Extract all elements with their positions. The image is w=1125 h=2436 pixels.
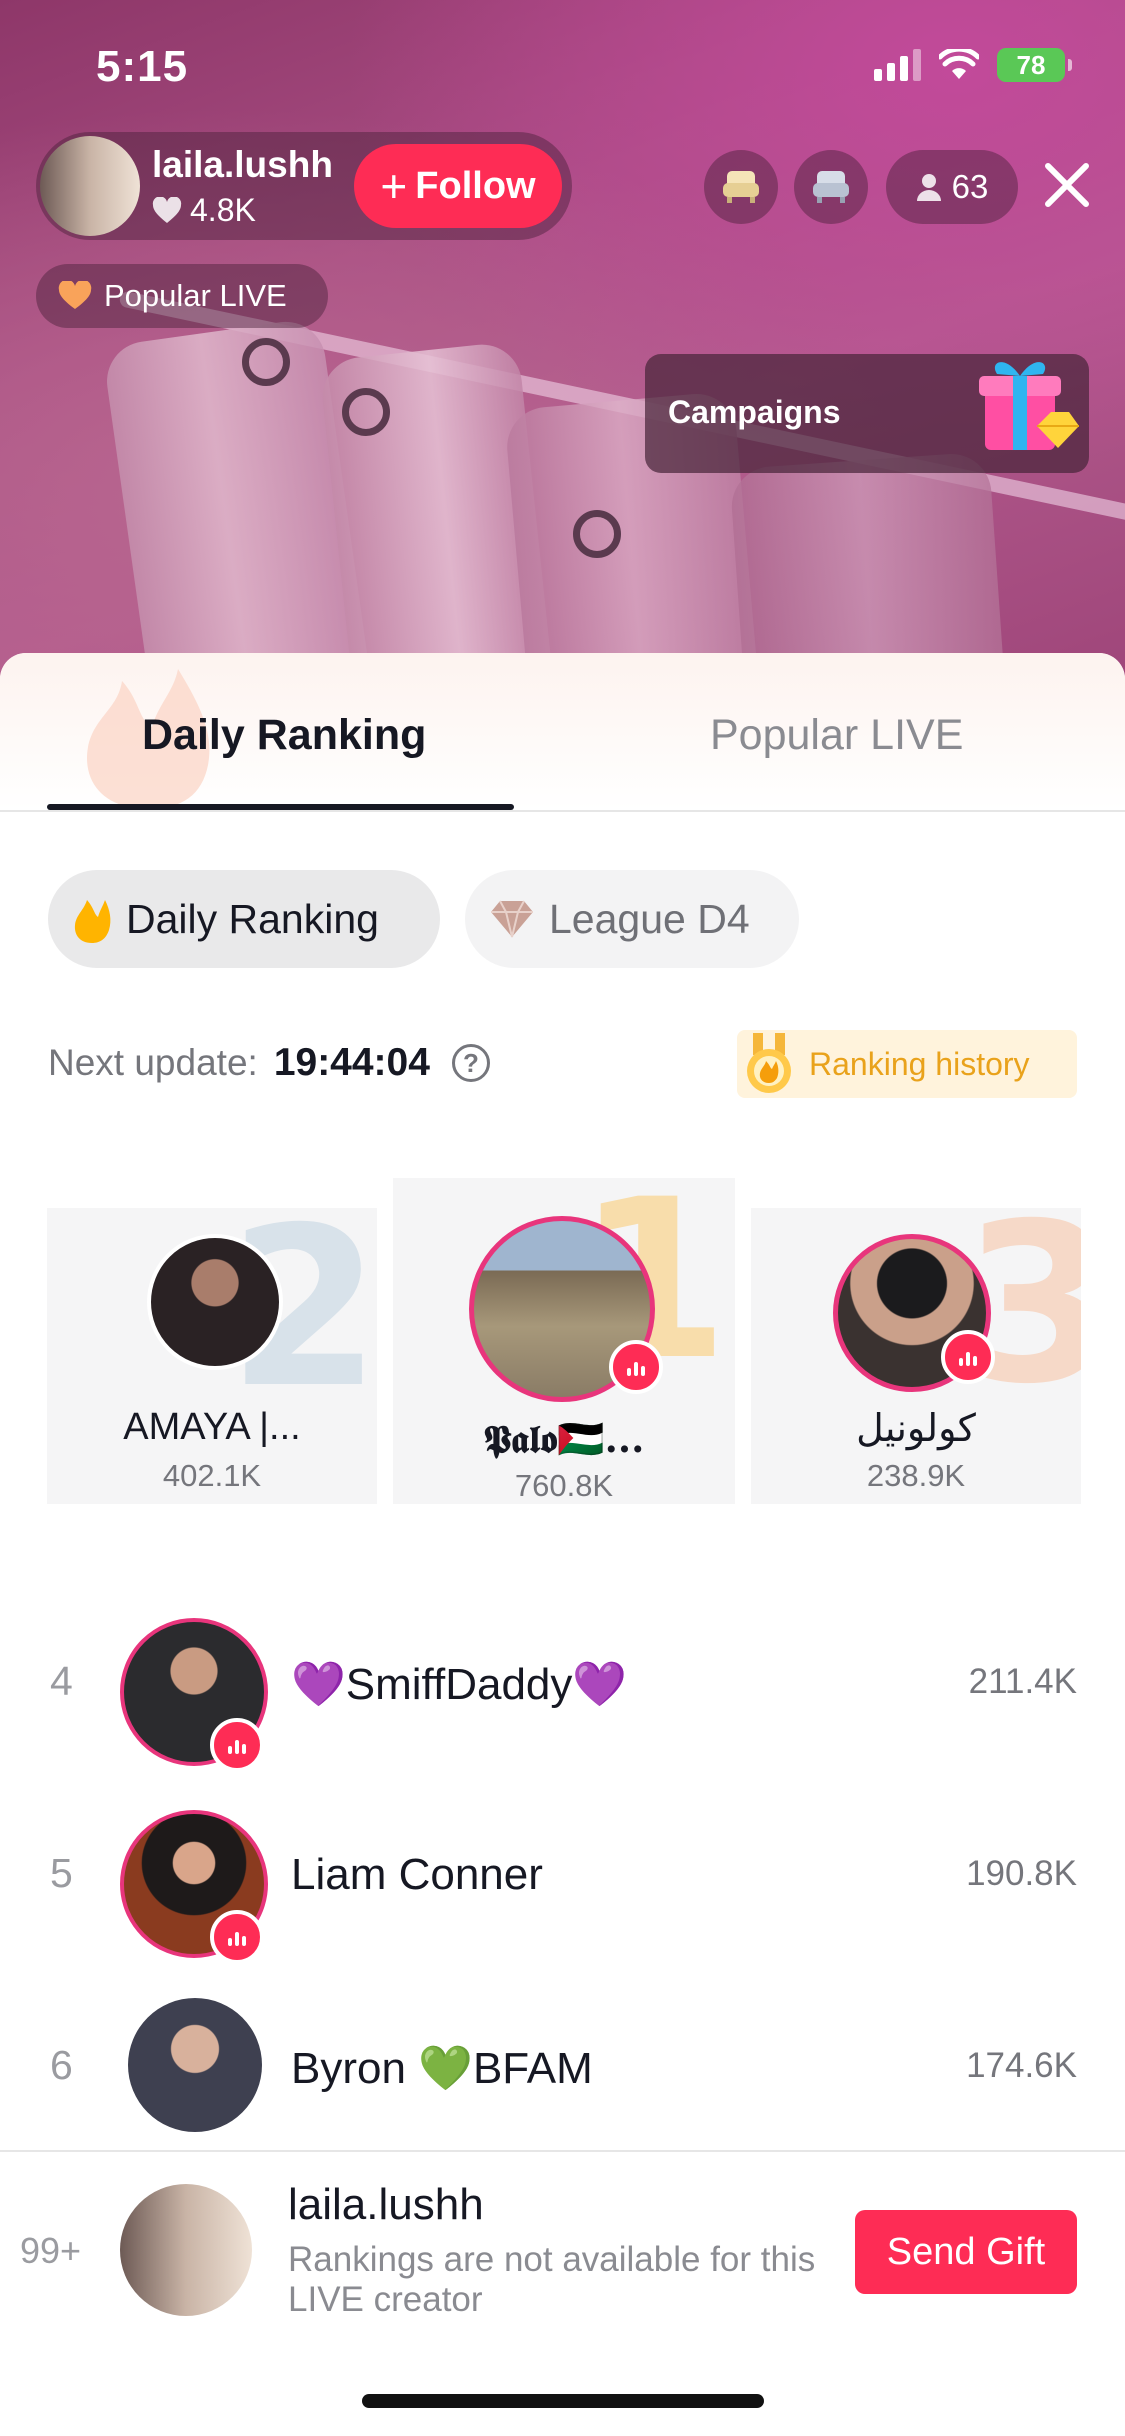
league-chip[interactable]: League D4 — [465, 870, 799, 968]
ranking-history-label: Ranking history — [809, 1045, 1030, 1082]
league-chip-label: League D4 — [549, 895, 750, 942]
podium-score: 760.8K — [514, 1468, 614, 1503]
active-tab-indicator — [47, 804, 514, 810]
host-avatar[interactable] — [40, 136, 140, 236]
curtain-ring — [573, 510, 621, 558]
viewer-count: 63 — [951, 168, 989, 205]
list-item[interactable]: 4 💜SmiffDaddy💜 211.4K — [0, 1606, 1125, 1772]
seat-2-icon[interactable] — [794, 150, 868, 224]
next-update-row: Next update: 19:44:04 ? — [48, 1041, 490, 1085]
ranking-history-button[interactable]: Ranking history — [737, 1030, 1077, 1098]
podium-name: AMAYA |... — [123, 1406, 301, 1448]
ranker-score: 174.6K — [966, 2046, 1077, 2085]
podium-rank-2[interactable]: 2 AMAYA |... 402.1K — [47, 1208, 377, 1504]
host-likes: 4.8K — [152, 192, 256, 229]
flame-icon — [74, 900, 111, 943]
avatar[interactable] — [147, 1234, 283, 1370]
ranking-tabs: Daily Ranking Popular LIVE — [0, 653, 1125, 812]
daily-ranking-chip-label: Daily Ranking — [126, 895, 379, 942]
diamond-icon — [491, 900, 533, 938]
host-name: laila.lushh — [152, 144, 333, 185]
ranking-unavailable-note: Rankings are not available for this LIVE… — [288, 2240, 816, 2319]
podium-rank-1[interactable]: 1 𝕻𝖆𝖑𝖔🇵🇸... 760.8K — [393, 1178, 735, 1504]
popular-live-label: Popular LIVE — [104, 278, 287, 313]
my-name: laila.lushh — [288, 2180, 484, 2229]
medal-icon — [747, 1033, 791, 1093]
wifi-icon — [939, 49, 979, 79]
help-icon[interactable]: ? — [451, 1044, 490, 1082]
podium-score: 238.9K — [866, 1458, 966, 1493]
popular-live-badge[interactable]: Popular LIVE — [36, 264, 328, 328]
curtain-ring — [342, 388, 390, 436]
avatar[interactable] — [128, 1998, 262, 2132]
podium-rank-3[interactable]: 3 كولونيل 238.9K — [751, 1208, 1081, 1504]
live-indicator-icon — [210, 1910, 264, 1964]
host-likes-count: 4.8K — [190, 192, 256, 228]
tab-popular-live[interactable]: Popular LIVE — [710, 711, 963, 760]
campaigns-label: Campaigns — [668, 394, 841, 430]
ranking-sheet: Daily Ranking Popular LIVE Daily Ranking… — [0, 653, 1125, 2436]
seat-1-icon[interactable] — [704, 150, 778, 224]
person-icon — [916, 174, 941, 201]
podium-name: كولونيل — [856, 1408, 976, 1450]
daily-ranking-chip[interactable]: Daily Ranking — [48, 870, 440, 968]
heart-icon — [152, 196, 182, 223]
rank-number: 6 — [50, 2042, 73, 2088]
next-update-label: Next update: — [48, 1042, 258, 1083]
ranker-name: Byron 💚BFAM — [291, 2044, 593, 2093]
podium-name: 𝕻𝖆𝖑𝖔🇵🇸... — [483, 1416, 645, 1461]
ranker-score: 211.4K — [968, 1662, 1077, 1701]
rank-number: 5 — [50, 1850, 73, 1896]
home-indicator[interactable] — [362, 2394, 764, 2408]
rank-number: 4 — [50, 1658, 73, 1704]
ranker-score: 190.8K — [966, 1854, 1077, 1893]
live-indicator-icon — [210, 1718, 264, 1772]
send-gift-button[interactable]: Send Gift — [855, 2210, 1077, 2294]
close-icon[interactable] — [1040, 158, 1094, 212]
list-item[interactable]: 6 Byron 💚BFAM 174.6K — [0, 1990, 1125, 2150]
gift-box-icon — [979, 362, 1079, 450]
host-info-pill[interactable]: laila.lushh 4.8K + Follow — [36, 132, 572, 240]
next-update-time: 19:44:04 — [273, 1041, 430, 1084]
signal-icon — [874, 49, 921, 81]
battery-icon: 78 — [997, 48, 1072, 82]
list-item[interactable]: 5 Liam Conner 190.8K — [0, 1798, 1125, 1964]
follow-label: Follow — [415, 164, 536, 207]
live-indicator-icon — [941, 1330, 995, 1384]
status-time: 5:15 — [96, 42, 189, 91]
curtain-ring — [242, 338, 290, 386]
viewer-count-pill[interactable]: 63 — [886, 150, 1018, 224]
avatar[interactable] — [120, 2184, 252, 2316]
plus-icon: + — [380, 160, 408, 212]
status-icons: 78 — [874, 48, 1072, 82]
my-rank: 99+ — [20, 2230, 82, 2271]
live-video-background — [0, 0, 1125, 700]
live-indicator-icon — [609, 1340, 663, 1394]
heart-icon — [58, 281, 92, 309]
podium-score: 402.1K — [162, 1458, 262, 1493]
follow-button[interactable]: + Follow — [354, 144, 562, 228]
campaigns-banner[interactable]: Campaigns — [645, 354, 1089, 473]
ranker-name: Liam Conner — [291, 1850, 543, 1899]
tab-daily-ranking[interactable]: Daily Ranking — [142, 711, 426, 760]
ranker-name: 💜SmiffDaddy💜 — [291, 1660, 628, 1709]
